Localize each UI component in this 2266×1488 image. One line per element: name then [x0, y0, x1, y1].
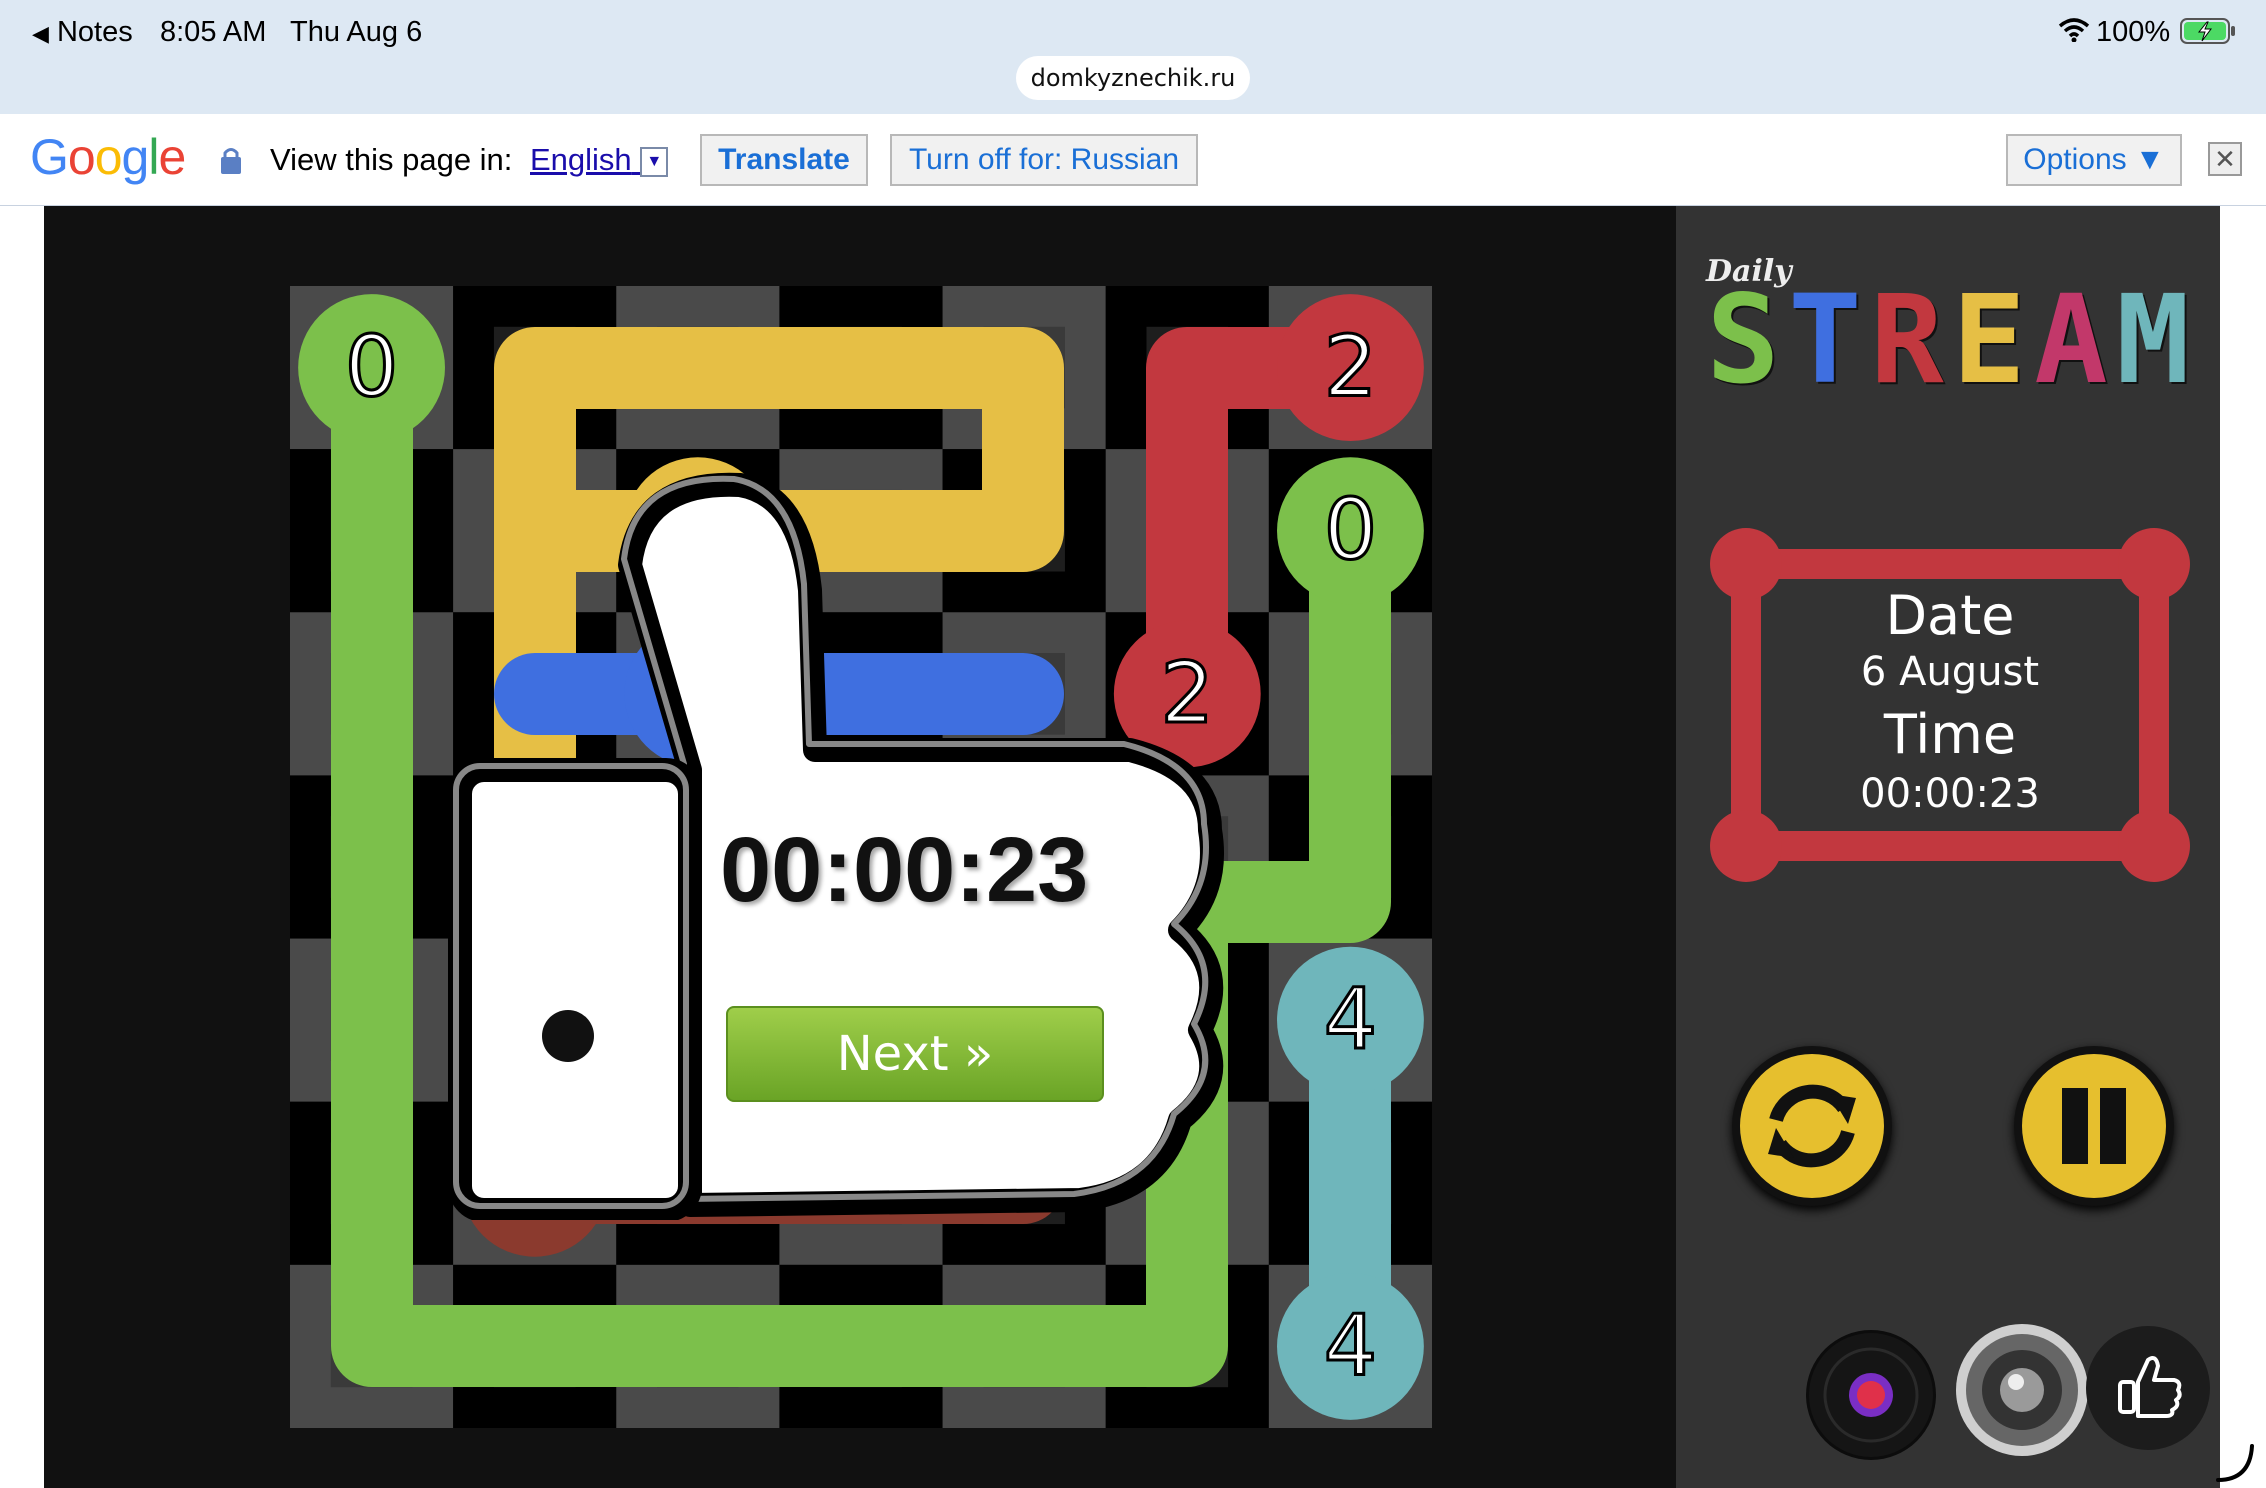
translate-button[interactable]: Translate — [700, 134, 868, 186]
endpoint-number: 0 — [1324, 481, 1377, 579]
clock: 8:05 AM — [160, 16, 267, 48]
close-translate-bar-button[interactable]: ✕ — [2208, 142, 2242, 176]
stream-logo: STREAM — [1702, 269, 2202, 411]
flow-endpoint-teal[interactable]: 4 — [1277, 946, 1424, 1094]
info-panel: Date 6 August Time 00:00:23 — [1710, 584, 2190, 814]
status-bar: ◀ Notes 8:05 AM Thu Aug 6 100% domkyznec… — [0, 0, 2266, 114]
endpoint-number: 4 — [1324, 970, 1377, 1068]
flow-endpoint-green[interactable]: 0 — [298, 294, 445, 441]
sidebar: Daily STREAM Date 6 August Time 00:00:23 — [1676, 206, 2220, 1488]
next-button[interactable]: Next » — [726, 1006, 1104, 1102]
refresh-icon — [1740, 1054, 1884, 1198]
pause-icon — [2022, 1054, 2166, 1198]
date-label: Thu Aug 6 — [290, 16, 423, 48]
endpoint-number: 4 — [1324, 1296, 1377, 1394]
lock-icon — [221, 148, 241, 174]
turn-off-russian-button[interactable]: Turn off for: Russian — [890, 134, 1198, 186]
logo-letter: T — [1788, 269, 1862, 411]
back-arrow-icon: ◀ — [32, 21, 49, 46]
resize-handle-icon — [2216, 1444, 2254, 1482]
language-select-value: English — [530, 142, 632, 177]
battery-percent: 100% — [2096, 16, 2171, 48]
logo-letter: R — [1870, 269, 1944, 411]
thumbs-up-icon — [2118, 1356, 2182, 1418]
endpoint-number: 2 — [1324, 318, 1377, 416]
pause-button[interactable] — [2014, 1046, 2174, 1206]
wifi-icon — [2058, 18, 2090, 42]
endpoint-number: 0 — [345, 318, 398, 416]
flow-endpoint-red[interactable]: 2 — [1277, 294, 1424, 441]
google-translate-bar: Google View this page in: English ▼ Tran… — [0, 114, 2266, 206]
dropdown-arrow-icon: ▼ — [640, 146, 669, 177]
time-value: 00:00:23 — [1860, 771, 2040, 817]
date-value: 6 August — [1860, 649, 2040, 695]
back-app-label: Notes — [56, 16, 133, 48]
logo-letter: S — [1706, 269, 1780, 411]
logo-letter: E — [1952, 269, 2026, 411]
url-address-pill[interactable]: domkyznechik.ru — [1016, 56, 1250, 100]
date-heading: Date — [1885, 584, 2015, 647]
restart-button[interactable] — [1732, 1046, 1892, 1206]
back-to-notes-link[interactable]: ◀ Notes — [32, 16, 133, 49]
flow-endpoint-green[interactable]: 0 — [1277, 457, 1424, 605]
language-select[interactable]: English ▼ — [530, 142, 669, 178]
music-toggle-button[interactable] — [1806, 1330, 1936, 1460]
flow-endpoint-teal[interactable]: 4 — [1277, 1273, 1424, 1420]
options-button[interactable]: Options ▼ — [2006, 134, 2182, 186]
battery-icon — [2180, 18, 2235, 44]
google-logo: Google — [30, 129, 186, 185]
translate-prompt: View this page in: — [270, 142, 513, 177]
result-time: 00:00:23 — [720, 819, 1089, 921]
vinyl-record-icon — [1809, 1333, 1933, 1457]
sound-toggle-button[interactable] — [1952, 1320, 2092, 1460]
close-icon: ✕ — [2214, 144, 2236, 174]
like-button[interactable] — [2086, 1326, 2210, 1450]
logo-letter: A — [2034, 269, 2108, 411]
logo-letter: M — [2116, 269, 2190, 411]
time-heading: Time — [1883, 703, 2017, 766]
speaker-icon — [1956, 1324, 2088, 1456]
